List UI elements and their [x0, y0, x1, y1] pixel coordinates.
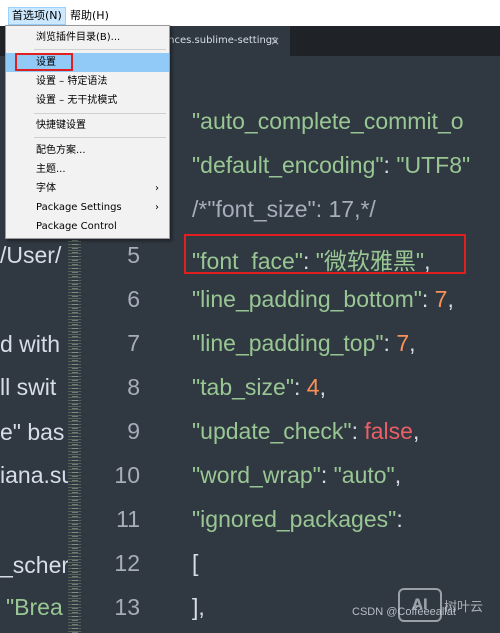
line-number: 6 [127, 286, 140, 312]
code-editor[interactable]: "auto_complete_commit_o "default_encoding… [192, 56, 500, 633]
code-token: "default_encoding" [192, 152, 384, 178]
code-token: : [320, 462, 334, 488]
menu-item-key-bindings[interactable]: 快捷键设置 [6, 116, 169, 135]
line-number: 5 [127, 242, 140, 268]
font-face-highlight-box [184, 234, 466, 274]
menu-item-label: 设置 – 无干扰模式 [36, 95, 118, 106]
left-pane-line: e" bas [0, 419, 65, 445]
menu-item-package-control[interactable]: Package Control [6, 217, 169, 236]
code-line: "word_wrap": "auto", [192, 462, 401, 489]
code-token: "UTF8" [396, 152, 471, 178]
menu-item-theme[interactable]: 主题... [6, 160, 169, 179]
line-number: 8 [127, 374, 140, 400]
line-number: 11 [116, 506, 140, 532]
code-token: 4 [306, 374, 320, 400]
preferences-dropdown-menu: 浏览插件目录(B)... 设置 设置 – 特定语法 设置 – 无干扰模式 快捷键… [5, 25, 170, 239]
left-pane-line: ll swit [0, 374, 57, 400]
close-icon[interactable]: × [270, 26, 280, 56]
left-pane-line: d with [0, 331, 61, 357]
menu-separator [34, 113, 166, 114]
code-line: /*"font_size": 17,*/ [192, 196, 376, 223]
menu-item-settings-distraction-free[interactable]: 设置 – 无干扰模式 [6, 91, 169, 110]
line-number: 9 [127, 418, 140, 444]
code-token: , [412, 418, 420, 444]
code-line: [ [192, 550, 198, 577]
code-line: ], [192, 594, 205, 621]
code-line: "tab_size": 4, [192, 374, 326, 401]
code-token: "tab_size" [192, 374, 294, 400]
chevron-right-icon: › [155, 183, 159, 194]
menu-preferences[interactable]: 首选项(N) [8, 7, 66, 25]
line-number: 12 [114, 550, 140, 576]
tab-label: ences.sublime-settings [162, 35, 278, 46]
code-token: 7 [434, 286, 448, 312]
menu-item-color-scheme[interactable]: 配色方案... [6, 141, 169, 160]
code-line: "update_check": false, [192, 418, 419, 445]
code-token: , [394, 462, 402, 488]
menu-item-label: 字体 [36, 183, 56, 194]
code-token: : [396, 506, 403, 532]
code-token: "auto_complete_commit_o [192, 108, 464, 134]
code-line: "line_padding_bottom": 7, [192, 286, 454, 313]
minimap-text [72, 232, 78, 633]
tab-preferences-settings[interactable]: ences.sublime-settings × [150, 26, 290, 56]
line-number: 7 [127, 330, 140, 356]
line-number: 13 [114, 594, 140, 620]
code-line: "line_padding_top": 7, [192, 330, 416, 357]
code-token: "auto" [333, 462, 395, 488]
menu-separator [34, 49, 166, 50]
menubar: 首选项(N) 帮助(H) [0, 0, 500, 26]
code-token: , [319, 374, 326, 400]
code-token: "update_check" [192, 418, 352, 444]
code-token: [ [192, 550, 199, 576]
code-token: : [421, 286, 435, 312]
code-token: false [364, 418, 413, 444]
line-number: 10 [114, 462, 140, 488]
code-token: ], [192, 594, 205, 620]
menu-help[interactable]: 帮助(H) [67, 8, 112, 24]
code-token: : [294, 374, 307, 400]
left-pane-line: /User/ [0, 242, 62, 268]
code-token: : [351, 418, 365, 444]
code-token: : [383, 330, 397, 356]
menu-item-label: 主题... [36, 164, 66, 175]
settings-highlight-box [15, 53, 73, 71]
menu-item-settings-syntax[interactable]: 设置 – 特定语法 [6, 72, 169, 91]
code-line: "auto_complete_commit_o [192, 108, 464, 135]
code-token: "word_wrap" [192, 462, 321, 488]
menu-item-package-settings[interactable]: Package Settings › [6, 198, 169, 217]
watermark-site: 树叶云 [444, 600, 484, 615]
menu-separator [34, 137, 166, 138]
menu-item-label: 浏览插件目录(B)... [36, 32, 121, 43]
code-token: , [447, 286, 454, 312]
code-token: "line_padding_bottom" [192, 286, 422, 312]
code-token: "ignored_packages" [192, 506, 397, 532]
code-token: 7 [396, 330, 410, 356]
code-line: "default_encoding": "UTF8" [192, 152, 470, 179]
menu-item-label: Package Settings [36, 202, 122, 213]
code-token: , [409, 330, 416, 356]
menu-item-label: 设置 – 特定语法 [36, 76, 108, 87]
watermark-logo: AI [398, 588, 442, 622]
code-line: "ignored_packages": [192, 506, 403, 533]
menu-item-label: 配色方案... [36, 145, 86, 156]
code-token: /*"font_size": 17,*/ [192, 196, 376, 222]
menu-item-label: Package Control [36, 221, 117, 232]
chevron-right-icon: › [155, 202, 159, 213]
menu-item-browse-packages[interactable]: 浏览插件目录(B)... [6, 28, 169, 47]
left-pane-line: _scher [0, 552, 68, 578]
code-token: : [383, 152, 397, 178]
left-pane-line: iana.su [0, 462, 68, 488]
left-pane-line: "Brea [6, 594, 63, 620]
code-token: "line_padding_top" [192, 330, 384, 356]
menu-item-label: 快捷键设置 [36, 120, 86, 131]
menu-item-font[interactable]: 字体 › [6, 179, 169, 198]
